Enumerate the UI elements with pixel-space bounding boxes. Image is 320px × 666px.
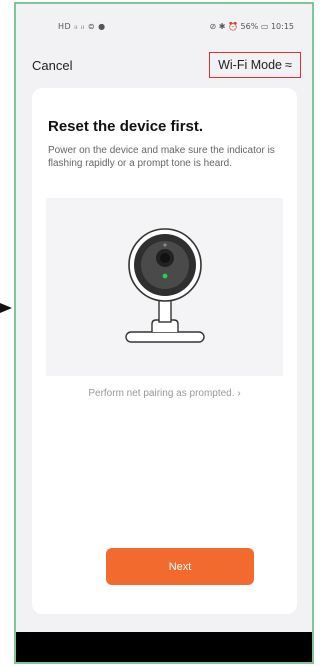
top-bar: Cancel Wi-Fi Mode ≈ [16, 52, 312, 80]
next-button[interactable]: Next [106, 548, 254, 585]
wifi-mode-label: Wi-Fi Mode [218, 58, 283, 72]
navigation-bar [16, 632, 312, 662]
device-illustration [46, 198, 283, 376]
status-bar: HD ᵢₗ ᵢₗ ⊜ ● ⊘ ✱ ⏰ 56% ▭ 10:15 [16, 4, 312, 44]
cancel-button[interactable]: Cancel [32, 58, 72, 73]
security-camera-icon [125, 228, 205, 343]
pointer-arrow-icon [0, 303, 12, 313]
status-left-icons: HD ᵢₗ ᵢₗ ⊜ ● [58, 22, 106, 31]
wifi-mode-button[interactable]: Wi-Fi Mode ≈ [209, 52, 301, 78]
instruction-text: Power on the device and make sure the in… [48, 145, 275, 169]
chevron-right-icon: › [237, 388, 241, 399]
phone-screen: HD ᵢₗ ᵢₗ ⊜ ● ⊘ ✱ ⏰ 56% ▭ 10:15 Cancel Wi… [14, 2, 314, 664]
reset-card: Reset the device first. Power on the dev… [32, 88, 297, 614]
page-title: Reset the device first. [48, 118, 204, 135]
wifi-mode-switch-icon: ≈ [285, 58, 292, 72]
net-pairing-label: Perform net pairing as prompted. [88, 388, 235, 399]
net-pairing-link[interactable]: Perform net pairing as prompted. › [32, 388, 297, 399]
status-right-info: ⊘ ✱ ⏰ 56% ▭ 10:15 [209, 22, 294, 31]
